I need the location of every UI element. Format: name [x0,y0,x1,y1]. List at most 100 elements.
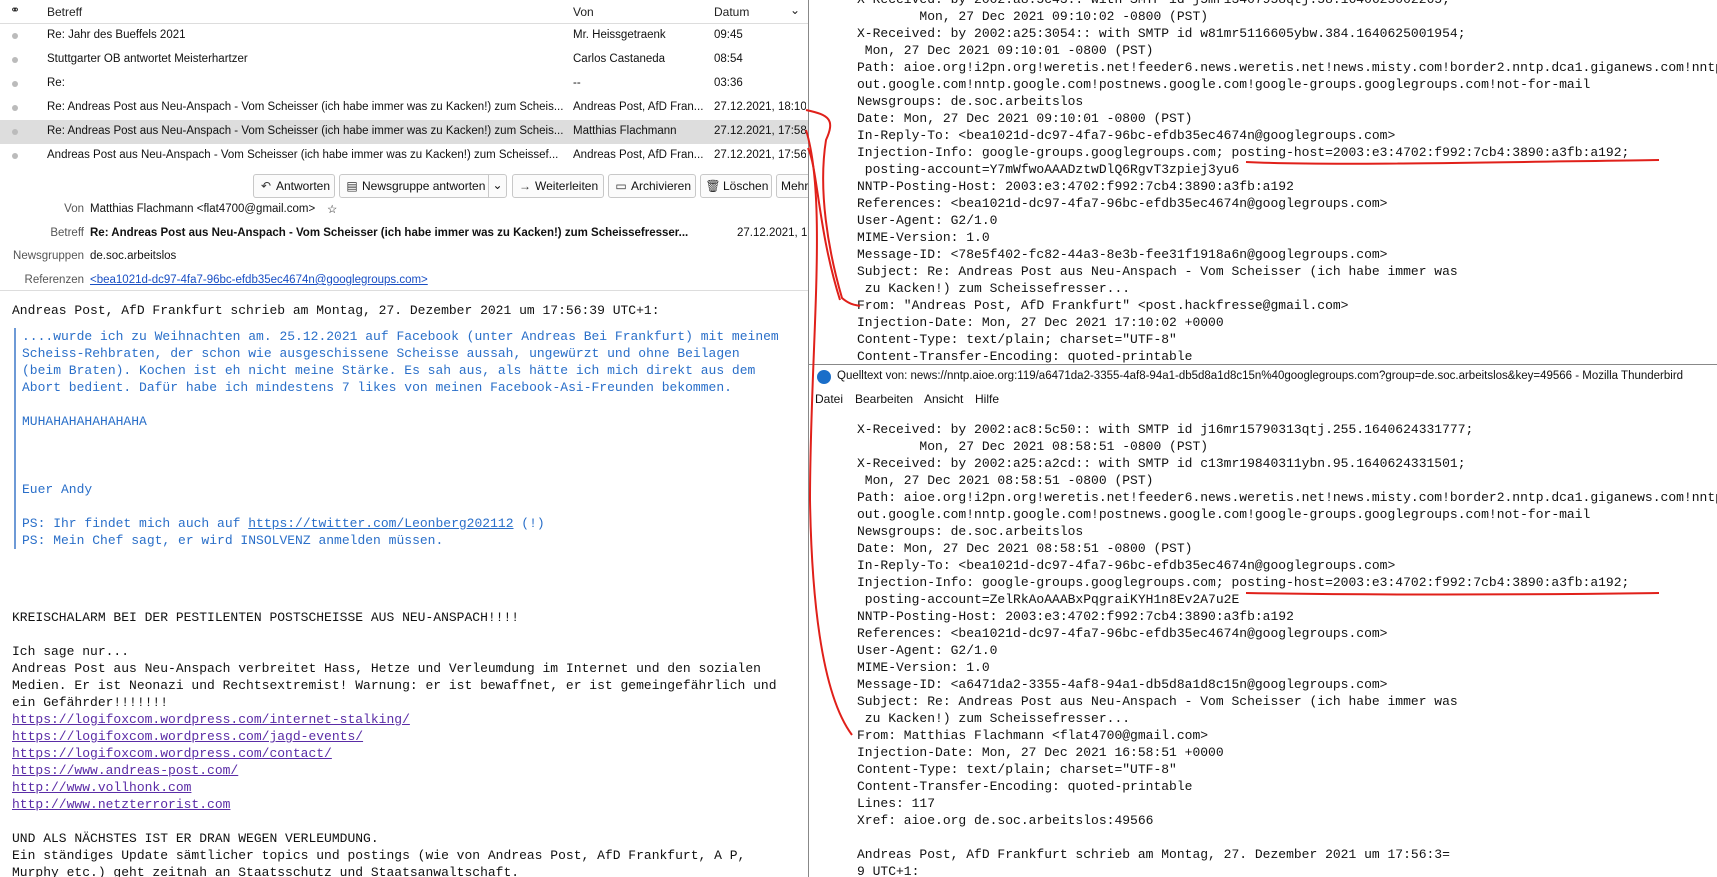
source-line: Injection-Info: google-groups.googlegrou… [857,575,1630,590]
quote-text: (beim Braten). Kochen ist eh nicht meine… [22,363,756,378]
star-icon[interactable]: ☆ [327,202,337,216]
source-line: Mon, 27 Dec 2021 09:10:01 -0800 (PST) [857,43,1154,58]
archive-button[interactable]: ▭ Archivieren [608,174,696,198]
source-window: Quelltext von: news://nntp.aioe.org:119/… [808,364,1717,877]
table-row[interactable]: Andreas Post aus Neu-Anspach - Vom Schei… [0,144,808,168]
read-status-icon[interactable] [12,129,18,135]
source-line: NNTP-Posting-Host: 2003:e3:4702:f992:7cb… [857,179,1294,194]
quote-line: MUHAHAHAHAHAHAHA [22,413,804,430]
tail-line: Ein ständiges Update sämtlicher topics u… [12,848,746,863]
table-row[interactable]: Re: -- 03:36 [0,72,808,96]
source-line: Path: aioe.org!i2pn.org!weretis.net!feed… [857,60,1717,75]
references-label: Referenzen [24,274,84,286]
glasses-icon[interactable]: ⚭ [10,3,20,17]
thread-list-header: ⚭ Betreff Von Datum ⌄ [0,0,808,24]
source-line: Newsgroups: de.soc.arbeitslos [857,524,1084,539]
menu-bearbeiten[interactable]: Bearbeiten [855,392,913,406]
menu-datei[interactable]: Datei [815,392,843,406]
quote-text: MUHAHAHAHAHAHAHA [22,414,147,429]
quote-line: PS: Mein Chef sagt, er wird INSOLVENZ an… [22,532,804,549]
window-title: Quelltext von: news://nntp.aioe.org:119/… [837,370,1684,382]
more-button[interactable]: Mehr [776,174,808,198]
row-subject: Re: Jahr des Bueffels 2021 [47,29,186,41]
reply-newsgroup-button[interactable]: ▤ Newsgruppe antworten ⌄ [339,174,507,198]
source-line: Date: Mon, 27 Dec 2021 08:58:51 -0800 (P… [857,541,1193,556]
read-status-icon[interactable] [12,33,18,39]
twitter-link[interactable]: https://twitter.com/Leonberg202112 [248,516,513,531]
source-line: zu Kacken!) zum Scheissefresser... [857,711,1131,726]
table-row[interactable]: Stuttgarter OB antwortet Meisterhartzer C… [0,48,808,72]
column-subject[interactable]: Betreff [47,5,82,19]
source-line: From: Matthias Flachmann <flat4700@gmail… [857,728,1209,743]
read-status-icon[interactable] [12,105,18,111]
quoted-text: ....wurde ich zu Weihnachten am. 25.12.2… [14,328,804,549]
column-from[interactable]: Von [573,5,594,19]
menu-hilfe[interactable]: Hilfe [975,392,999,406]
source-line: References: <bea1021d-dc97-4fa7-96bc-efd… [857,196,1388,211]
source-line: Andreas Post, AfD Frankfurt schrieb am M… [857,847,1450,862]
quote-text: ....wurde ich zu Weihnachten am. 25.12.2… [22,329,779,344]
thunderbird-icon [817,370,831,384]
source-line: X-Received: by 2002:ac8:5c50:: with SMTP… [857,422,1474,437]
source-line: out.google.com!nntp.google.com!postnews.… [857,77,1591,92]
source-line: zu Kacken!) zum Scheissefresser... [857,281,1131,296]
body-link[interactable]: https://logifoxcom.wordpress.com/jagd-ev… [12,728,363,745]
body-link[interactable]: http://www.netzterrorist.com [12,796,230,813]
source-line: In-Reply-To: <bea1021d-dc97-4fa7-96bc-ef… [857,558,1396,573]
references-link[interactable]: <bea1021d-dc97-4fa7-96bc-efdb35ec4674n@g… [90,274,428,286]
source-line: Mon, 27 Dec 2021 08:58:51 -0800 (PST) [857,473,1154,488]
menu-ansicht[interactable]: Ansicht [924,392,963,406]
source-line: X-Received: by 2002:a25:3054:: with SMTP… [857,26,1466,41]
delete-button[interactable]: 🗑 Löschen [700,174,772,198]
newsgroups-value[interactable]: de.soc.arbeitslos [90,250,176,262]
reply-button[interactable]: ↶ Antworten [253,174,335,198]
source-line: User-Agent: G2/1.0 [857,213,998,228]
mail-pane: ⚭ Betreff Von Datum ⌄ Re: Jahr des Bueff… [0,0,808,877]
chevron-down-icon[interactable]: ⌄ [790,3,800,17]
read-status-icon[interactable] [12,57,18,63]
row-date: 27.12.2021, 17:56 [714,149,806,161]
from-value[interactable]: Matthias Flachmann <flat4700@gmail.com> [90,203,315,215]
table-row[interactable]: Re: Andreas Post aus Neu-Anspach - Vom S… [0,120,808,144]
read-status-icon[interactable] [12,81,18,87]
source-line: out.google.com!nntp.google.com!postnews.… [857,507,1591,522]
body-link[interactable]: https://www.andreas-post.com/ [12,762,238,779]
quote-text: PS: Ihr findet mich auch auf [22,516,249,531]
quote-line [22,464,804,481]
row-date: 03:36 [714,77,743,89]
column-date[interactable]: Datum [714,5,749,19]
source-line: posting-account=ZelRkAoAAABxPqgraiKYH1n8… [857,592,1240,607]
row-date: 27.12.2021, 17:58 [714,125,806,137]
row-date: 09:45 [714,29,743,41]
table-row[interactable]: Re: Andreas Post aus Neu-Anspach - Vom S… [0,96,808,120]
chevron-down-icon[interactable]: ⌄ [488,175,506,197]
source-line: MIME-Version: 1.0 [857,230,990,245]
table-row[interactable]: Re: Jahr des Bueffels 2021 Mr. Heissgetra… [0,24,808,48]
source-line: Mon, 27 Dec 2021 08:58:51 -0800 (PST) [857,439,1209,454]
body-link[interactable]: http://www.vollhonk.com [12,779,191,796]
source-line: Subject: Re: Andreas Post aus Neu-Anspac… [857,694,1458,709]
attribution-line: Andreas Post, AfD Frankfurt schrieb am M… [12,303,660,318]
source-line: X-Received: by 2002:a25:a2cd:: with SMTP… [857,456,1466,471]
tail-line: Murphy etc.) geht zeitnah an Staatsschut… [12,865,520,877]
quote-text: Abort bedient. Dafür habe ich mindestens… [22,380,732,395]
body-link[interactable]: https://logifoxcom.wordpress.com/contact… [12,745,332,762]
read-status-icon[interactable] [12,153,18,159]
quote-text: PS: Mein Chef sagt, er wird INSOLVENZ an… [22,533,444,548]
quote-line: PS: Ihr findet mich auch auf https://twi… [22,515,804,532]
source-line: Date: Mon, 27 Dec 2021 09:10:01 -0800 (P… [857,111,1193,126]
source-line: Message-ID: <a6471da2-3355-4af8-94a1-db5… [857,677,1388,692]
source-line: Injection-Info: google-groups.googlegrou… [857,145,1630,160]
archive-icon: ▭ [615,179,627,193]
tail-line: UND ALS NÄCHSTES IST ER DRAN WEGEN VERLE… [12,831,379,846]
body-line: Medien. Er ist Neonazi und Rechtsextremi… [12,678,777,693]
body-line: Andreas Post aus Neu-Anspach verbreitet … [12,661,761,676]
row-from: Andreas Post, AfD Fran... [573,149,704,161]
source-line: Injection-Date: Mon, 27 Dec 2021 17:10:0… [857,315,1224,330]
body-link[interactable]: https://logifoxcom.wordpress.com/interne… [12,711,410,728]
source-view-previous: X-Received: by 2002:a8:5c43:: with SMTP … [808,0,1717,364]
forward-button[interactable]: → Weiterleiten [512,174,604,198]
menu-bar: Datei Bearbeiten Ansicht Hilfe [809,389,1717,409]
trash-icon: 🗑 [705,179,721,193]
forward-icon: → [519,179,531,193]
